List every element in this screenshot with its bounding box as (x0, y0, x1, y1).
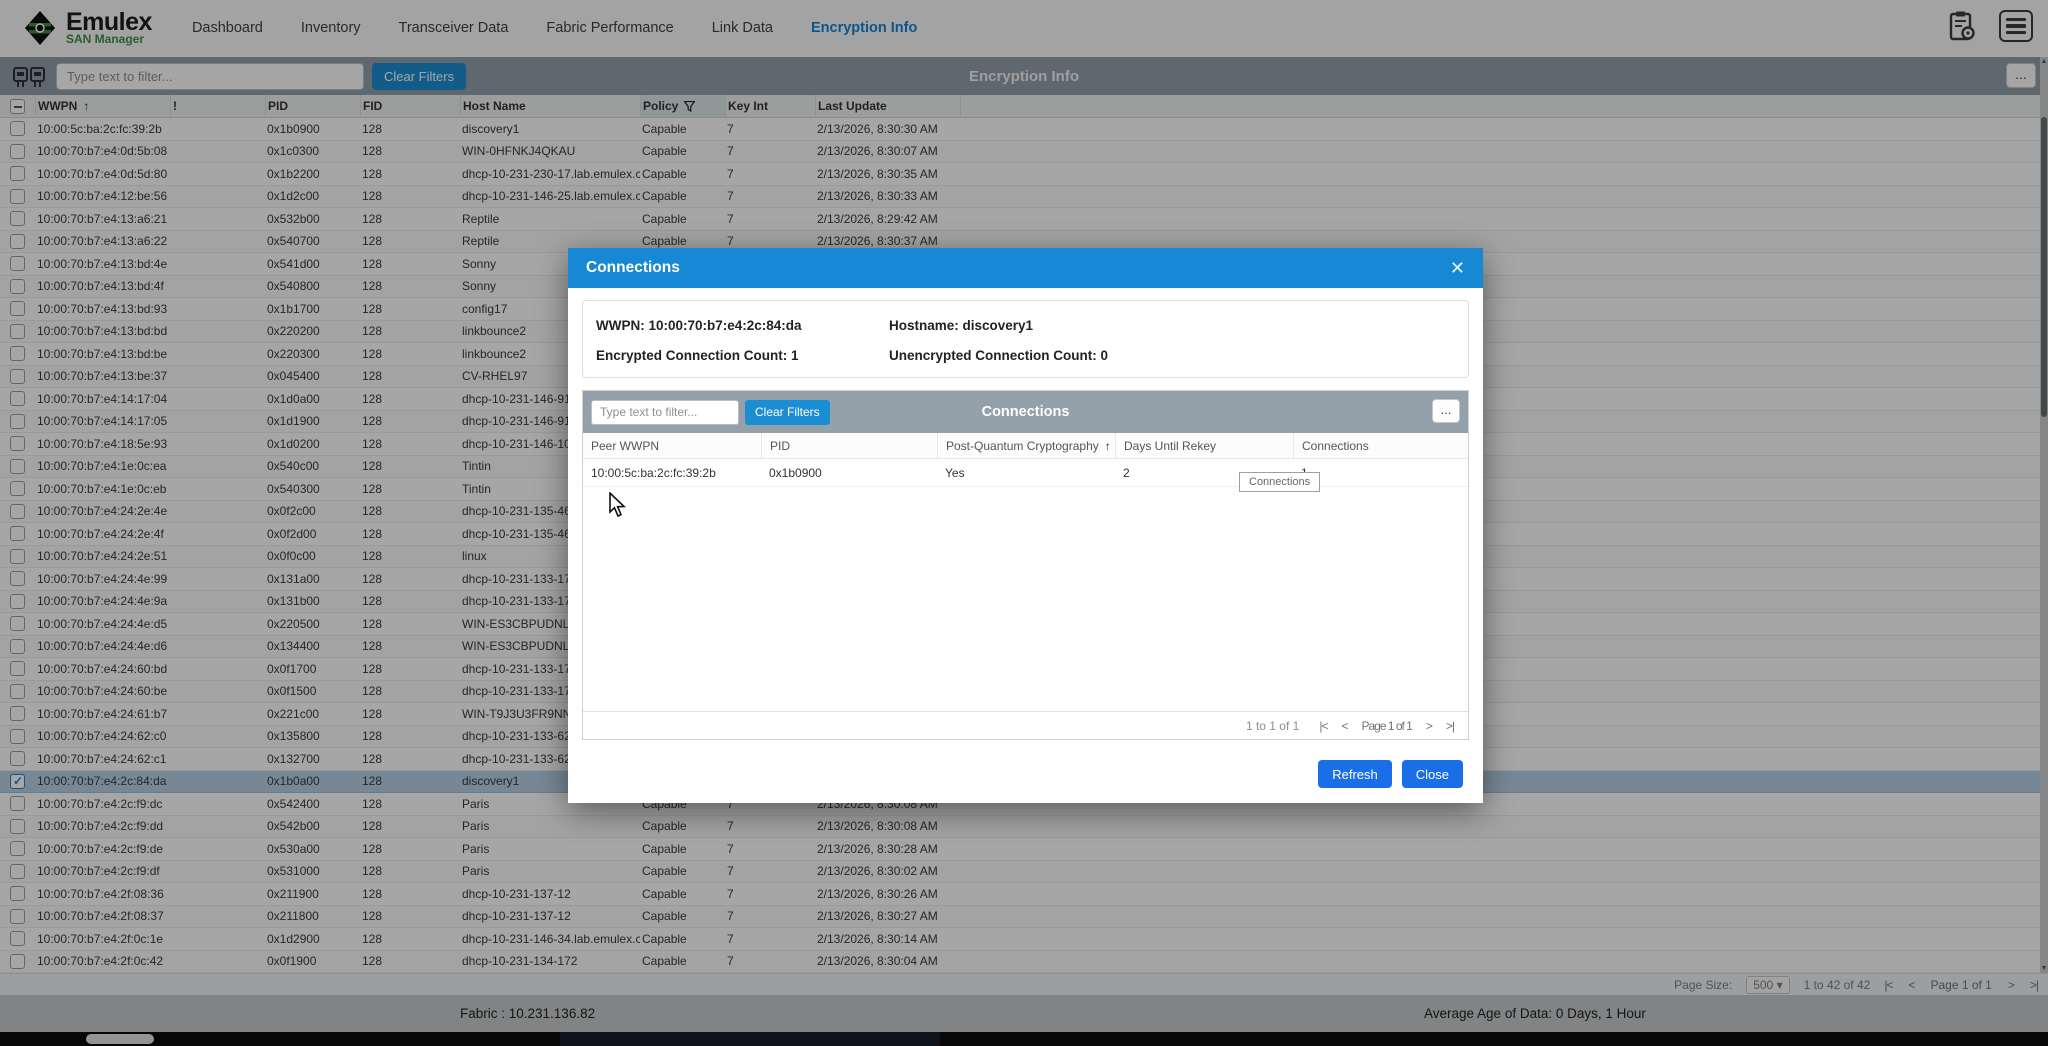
modal-first-page-button[interactable]: |< (1319, 719, 1327, 733)
modal-table-row[interactable]: 10:00:5c:ba:2c:fc:39:2b 0x1b0900 Yes 2 1 (583, 459, 1468, 487)
modal-prev-page-button[interactable]: < (1341, 719, 1347, 733)
connections-drag-chip[interactable]: Connections (1239, 472, 1320, 492)
modal-title: Connections (586, 259, 680, 277)
column-header-peer-wwpn[interactable]: Peer WWPN (583, 433, 761, 458)
connections-modal: Connections ✕ WWPN: 10:00:70:b7:e4:2c:84… (568, 248, 1483, 803)
close-icon[interactable]: ✕ (1450, 259, 1465, 277)
modal-table-header: Peer WWPN PID Post-Quantum Cryptography↑… (583, 433, 1468, 459)
cell-pid: 0x1b0900 (761, 459, 937, 486)
column-header-pqc[interactable]: Post-Quantum Cryptography↑ (937, 433, 1115, 458)
connection-summary-panel: WWPN: 10:00:70:b7:e4:2c:84:da Hostname: … (582, 300, 1469, 378)
close-button[interactable]: Close (1402, 760, 1463, 788)
modal-next-page-button[interactable]: > (1426, 719, 1432, 733)
refresh-button[interactable]: Refresh (1318, 760, 1392, 788)
modal-header: Connections ✕ (568, 248, 1483, 288)
column-header-connections[interactable]: Connections (1293, 433, 1468, 458)
column-header-days-until-rekey[interactable]: Days Until Rekey (1115, 433, 1293, 458)
modal-pagination-bar: 1 to 1 of 1 |< < Page 1 of 1 > >| (583, 711, 1468, 739)
modal-table-options-button[interactable]: ... (1432, 399, 1460, 423)
summary-hostname: Hostname: discovery1 (889, 318, 1033, 333)
summary-encrypted-count: Encrypted Connection Count: 1 (596, 348, 889, 363)
modal-table-toolbar: Clear Filters Connections ... (583, 391, 1468, 433)
modal-table-empty-area (583, 487, 1468, 711)
app-window: Emulex SAN Manager Dashboard Inventory T… (0, 0, 2048, 1046)
modal-clear-filters-button[interactable]: Clear Filters (745, 400, 830, 425)
modal-last-page-button[interactable]: >| (1446, 719, 1454, 733)
cell-peer-wwpn: 10:00:5c:ba:2c:fc:39:2b (583, 459, 761, 486)
cell-pqc: Yes (937, 459, 1115, 486)
modal-table: Clear Filters Connections ... Peer WWPN … (582, 390, 1469, 740)
column-header-modal-pid[interactable]: PID (761, 433, 937, 458)
summary-wwpn: WWPN: 10:00:70:b7:e4:2c:84:da (596, 318, 889, 333)
sort-asc-icon: ↑ (1105, 439, 1111, 453)
summary-unencrypted-count: Unencrypted Connection Count: 0 (889, 348, 1108, 363)
modal-row-range-label: 1 to 1 of 1 (1246, 719, 1299, 733)
modal-page-indicator: Page 1 of 1 (1361, 719, 1411, 733)
modal-filter-input[interactable] (591, 400, 739, 425)
